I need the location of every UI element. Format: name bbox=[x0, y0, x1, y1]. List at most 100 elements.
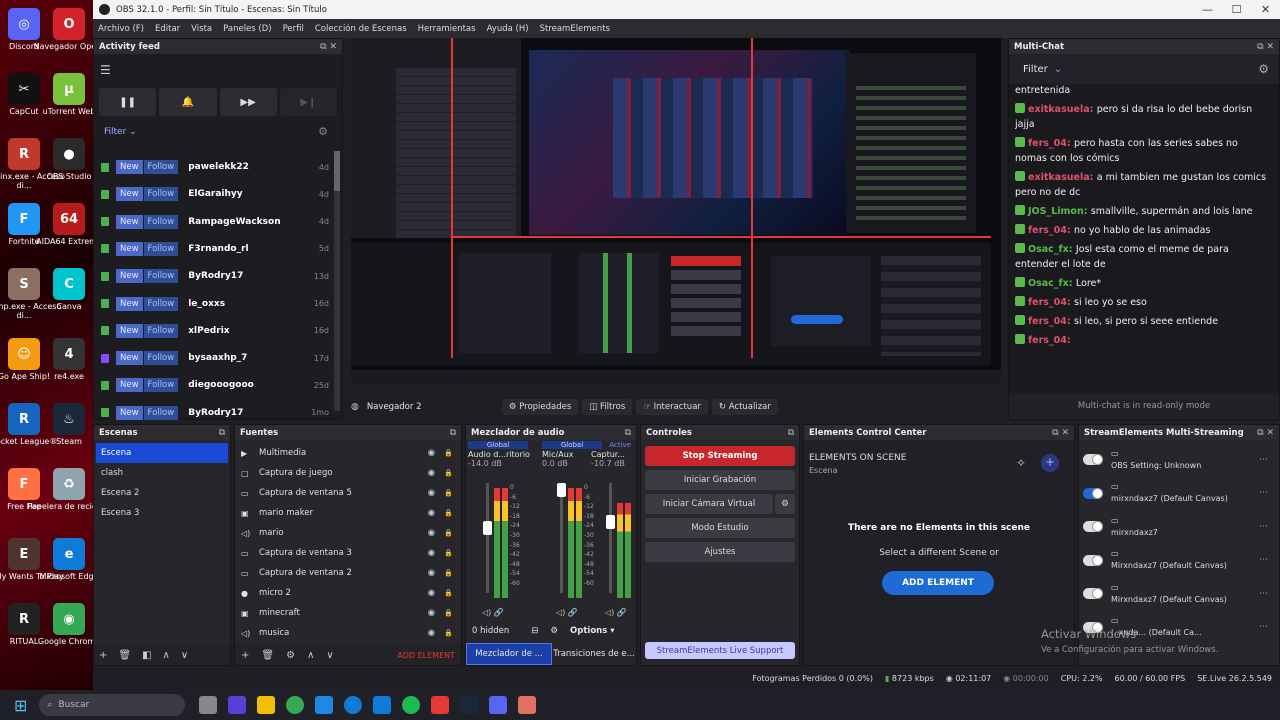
spotify-icon[interactable] bbox=[402, 696, 421, 714]
skip-end-button[interactable]: ▶❙ bbox=[279, 88, 337, 116]
source-toolbar-button[interactable]: ⚙ Propiedades bbox=[501, 399, 579, 415]
more-options-icon[interactable]: ⋯ bbox=[1259, 555, 1268, 565]
stream-toggle[interactable] bbox=[1083, 554, 1103, 566]
source-item[interactable]: ● micro 2 ◉ 🔒 bbox=[235, 583, 461, 603]
source-item[interactable]: ▢ Captura de juego ◉ 🔒 bbox=[235, 463, 461, 483]
menu-item[interactable]: Archivo (F) bbox=[98, 24, 144, 34]
minimize-button[interactable]: — bbox=[1193, 3, 1222, 16]
search-box[interactable]: ⌕ Buscar bbox=[39, 694, 186, 716]
source-toolbar-button[interactable]: ↻ Actualizar bbox=[711, 399, 778, 415]
studio-mode-button[interactable]: Modo Estudio bbox=[645, 518, 795, 538]
visibility-eye-icon[interactable]: ◉ bbox=[428, 488, 435, 498]
scene-item[interactable]: clash bbox=[96, 463, 228, 483]
mute-speaker-icon[interactable]: ◁) 🔗 bbox=[482, 608, 504, 617]
lock-icon[interactable]: 🔒 bbox=[444, 449, 453, 457]
volume-slider-track[interactable] bbox=[486, 483, 489, 593]
stream-toggle[interactable] bbox=[1083, 521, 1103, 532]
tab-mixer[interactable]: Mezclador de ... bbox=[466, 643, 552, 665]
scene-item[interactable]: Escena 2 bbox=[96, 483, 228, 503]
preview-canvas[interactable] bbox=[351, 38, 1001, 384]
live-support-button[interactable]: StreamElements Live Support bbox=[645, 642, 795, 659]
stream-toggle[interactable] bbox=[1083, 487, 1103, 499]
settings-gear-icon[interactable]: ⚙ bbox=[318, 125, 328, 138]
multistream-row[interactable]: ▭ mirxndaxz7 (Default Canvas) ⋯ bbox=[1083, 477, 1268, 510]
tab-transitions[interactable]: Transiciones de e... bbox=[552, 643, 636, 665]
feed-item[interactable]: New Follow ElGaraihyy 4d bbox=[101, 182, 329, 206]
feed-item[interactable]: New Follow F3rnando_rl 5d bbox=[101, 237, 329, 261]
feed-scrollbar[interactable] bbox=[334, 151, 340, 411]
move-up-icon[interactable]: ∧ bbox=[307, 650, 314, 661]
more-options-icon[interactable]: ⋯ bbox=[1259, 589, 1268, 599]
visibility-eye-icon[interactable]: ◉ bbox=[428, 528, 435, 538]
windows-start-icon[interactable]: ⊞ bbox=[14, 696, 27, 715]
start-recording-button[interactable]: Iniciar Grabación bbox=[645, 470, 795, 490]
remove-source-button[interactable]: 🗑 bbox=[261, 650, 274, 661]
source-item[interactable]: ▣ minecraft ◉ 🔒 bbox=[235, 603, 461, 623]
source-item[interactable]: ▭ Captura de ventana 5 ◉ 🔒 bbox=[235, 483, 461, 503]
source-item[interactable]: ▶ Multimedia ◉ 🔒 bbox=[235, 443, 461, 463]
feed-item[interactable]: New Follow bysaaxhp_7 17d bbox=[101, 346, 329, 370]
lock-icon[interactable]: 🔒 bbox=[444, 469, 453, 477]
scene-item[interactable]: Escena 3 bbox=[96, 503, 228, 523]
mute-speaker-icon[interactable]: ◁) 🔗 bbox=[605, 608, 627, 617]
mute-speaker-icon[interactable]: ◁) 🔗 bbox=[556, 608, 578, 617]
virtual-camera-button[interactable]: Iniciar Cámara Virtual bbox=[645, 494, 773, 514]
source-toolbar-button[interactable]: ☞ Interactuar bbox=[636, 399, 708, 415]
feed-item[interactable]: New Follow pawelekk22 4d bbox=[101, 155, 329, 179]
visibility-eye-icon[interactable]: ◉ bbox=[428, 448, 435, 458]
steam-icon[interactable] bbox=[460, 696, 479, 714]
stream-toggle[interactable] bbox=[1083, 588, 1103, 599]
maximize-button[interactable]: ☐ bbox=[1222, 3, 1251, 16]
feed-item[interactable]: New Follow ByRodry17 1mo bbox=[101, 401, 329, 425]
stream-toggle[interactable] bbox=[1083, 454, 1103, 465]
move-up-icon[interactable]: ∧ bbox=[163, 650, 170, 661]
remove-scene-button[interactable]: 🗑 bbox=[118, 650, 131, 661]
move-down-icon[interactable]: ∨ bbox=[181, 650, 188, 661]
multistream-row[interactable]: ▭ OBS Setting: Unknown ⋯ bbox=[1083, 443, 1268, 476]
menu-item[interactable]: Paneles (D) bbox=[223, 24, 271, 34]
volume-slider-track[interactable] bbox=[560, 483, 563, 593]
visibility-eye-icon[interactable]: ◉ bbox=[428, 588, 435, 598]
menu-item[interactable]: Vista bbox=[191, 24, 212, 34]
volume-slider-knob[interactable] bbox=[606, 515, 615, 529]
lock-icon[interactable]: 🔒 bbox=[444, 529, 453, 537]
more-options-icon[interactable]: ⋯ bbox=[1259, 455, 1268, 465]
chrome-icon[interactable] bbox=[286, 696, 305, 714]
add-icon[interactable]: + bbox=[1041, 454, 1059, 472]
pause-button[interactable]: ❚❚ bbox=[99, 88, 157, 116]
youtube-music-icon[interactable] bbox=[431, 696, 450, 714]
scene-filter-button[interactable]: ◧ bbox=[142, 650, 151, 661]
discord-icon[interactable] bbox=[489, 696, 508, 714]
source-item[interactable]: ▣ mario maker ◉ 🔒 bbox=[235, 503, 461, 523]
filter-dropdown[interactable]: Filter ⌄ bbox=[104, 127, 137, 137]
lock-icon[interactable]: 🔒 bbox=[444, 489, 453, 497]
menu-item[interactable]: StreamElements bbox=[540, 24, 610, 34]
settings-gear-icon[interactable]: ⚙ bbox=[1258, 62, 1269, 76]
menu-item[interactable]: Ayuda (H) bbox=[487, 24, 529, 34]
source-toolbar-button[interactable]: ◫ Filtros bbox=[582, 399, 633, 415]
lock-icon[interactable]: 🔒 bbox=[444, 589, 453, 597]
panel-undock-icon[interactable]: ⧉ bbox=[450, 428, 456, 438]
add-element-button[interactable]: ADD ELEMENT bbox=[882, 571, 994, 595]
panel-close-icon[interactable]: ⧉ ✕ bbox=[1052, 428, 1069, 438]
add-source-button[interactable]: + bbox=[241, 650, 249, 661]
edge-icon[interactable] bbox=[344, 696, 363, 714]
hamburger-menu-icon[interactable]: ☰ bbox=[100, 63, 111, 77]
panel-undock-icon[interactable]: ⧉ bbox=[219, 428, 225, 438]
feed-item[interactable]: New Follow diegooogooo 25d bbox=[101, 373, 329, 397]
scene-item[interactable]: Escena bbox=[96, 443, 228, 463]
add-scene-button[interactable]: + bbox=[99, 650, 107, 661]
visibility-eye-icon[interactable]: ◉ bbox=[428, 568, 435, 578]
mixer-layout-icon[interactable]: ⊟ bbox=[531, 626, 538, 636]
preview-scroll-bar[interactable] bbox=[351, 370, 1001, 384]
skip-button[interactable]: ▶▶ bbox=[219, 88, 277, 116]
visibility-eye-icon[interactable]: ◉ bbox=[428, 628, 435, 638]
obs-task-icon[interactable] bbox=[518, 696, 537, 714]
lock-icon[interactable]: 🔒 bbox=[444, 629, 453, 637]
add-element-link[interactable]: ADD ELEMENT bbox=[397, 651, 455, 660]
word-icon[interactable] bbox=[373, 696, 392, 714]
menu-item[interactable]: Colección de Escenas bbox=[315, 24, 407, 34]
volume-slider-knob[interactable] bbox=[483, 521, 492, 535]
panel-close-icon[interactable]: ⧉ ✕ bbox=[1257, 428, 1274, 438]
source-settings-icon[interactable]: ⚙ bbox=[286, 650, 295, 661]
